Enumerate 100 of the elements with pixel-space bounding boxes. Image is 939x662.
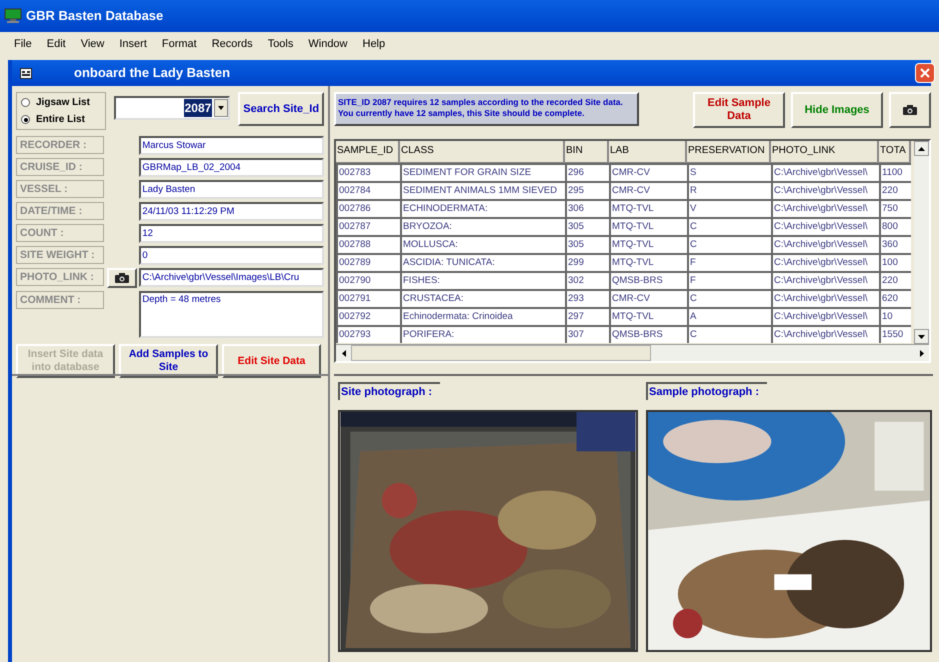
table-cell: 002783: [336, 163, 400, 181]
sample-button[interactable]: Edit Sample Data: [693, 92, 785, 128]
table-cell: C:\Archive\gbr\Vessel\: [771, 217, 879, 235]
table-cell: 002793: [336, 325, 400, 343]
sample-button[interactable]: Hide Images: [791, 92, 883, 128]
camera-icon: [903, 105, 917, 115]
search-button[interactable]: Search Site_Id: [238, 92, 324, 126]
scroll-thumb[interactable]: [351, 345, 651, 361]
comment-box[interactable]: Depth = 48 metres: [139, 291, 324, 338]
field-label: DATE/TIME :: [16, 202, 104, 220]
table-cell: SEDIMENT FOR GRAIN SIZE: [400, 163, 565, 181]
input-field[interactable]: GBRMap_LB_02_2004: [139, 158, 324, 177]
column-header[interactable]: BIN: [565, 141, 609, 163]
site-combo-box[interactable]: 2087: [114, 96, 230, 120]
menu-item[interactable]: Insert: [119, 36, 147, 52]
menu-item[interactable]: Edit: [46, 36, 66, 52]
table-cell: MTQ-TVL: [609, 199, 687, 217]
table-cell: MTQ-TVL: [609, 307, 687, 325]
table-cell: R: [687, 181, 771, 199]
site-button[interactable]: Edit Site Data: [222, 344, 321, 378]
radio-label: Entire List: [36, 113, 85, 127]
table-cell: 302: [565, 271, 609, 289]
menu-item[interactable]: View: [80, 36, 104, 52]
table-cell: MTQ-TVL: [609, 253, 687, 271]
table-cell: C: [687, 325, 771, 343]
field-label: RECORDER :: [16, 136, 104, 154]
table-cell: C:\Archive\gbr\Vessel\: [771, 199, 879, 217]
photo-label: Site photograph :: [338, 382, 440, 400]
camera-button[interactable]: [106, 268, 137, 288]
form-title: onboard the Lady Basten: [74, 64, 230, 82]
column-header[interactable]: PHOTO_LINK: [771, 141, 879, 163]
input-field[interactable]: 0: [139, 246, 324, 265]
table-cell: 10: [879, 307, 911, 325]
menu-item[interactable]: File: [14, 36, 32, 52]
table-cell: MTQ-TVL: [609, 217, 687, 235]
site-button[interactable]: Add Samples to Site: [119, 344, 218, 378]
table-cell: C:\Archive\gbr\Vessel\: [771, 271, 879, 289]
table-cell: F: [687, 253, 771, 271]
table-cell: CMR-CV: [609, 289, 687, 307]
menu-item[interactable]: Help: [362, 36, 386, 52]
field-label: VESSEL :: [16, 180, 104, 198]
table-cell: 800: [879, 217, 911, 235]
table-cell: 002789: [336, 253, 400, 271]
field-label: PHOTO_LINK :: [16, 268, 104, 286]
form-icon: [20, 68, 32, 78]
input-field[interactable]: Lady Basten: [139, 180, 324, 199]
table-cell: 360: [879, 235, 911, 253]
table-cell: 002784: [336, 181, 400, 199]
table-cell: 296: [565, 163, 609, 181]
table-cell: C: [687, 289, 771, 307]
field-label: COUNT :: [16, 224, 104, 242]
horizontal-scrollbar[interactable]: [336, 344, 929, 361]
input-field[interactable]: C:\Archive\gbr\Vessel\Images\LB\Cru: [139, 268, 324, 287]
column-header[interactable]: LAB: [609, 141, 687, 163]
table-cell: 293: [565, 289, 609, 307]
menu-item[interactable]: Format: [162, 36, 197, 52]
dropdown-button[interactable]: [214, 99, 228, 117]
table-cell: 1100: [879, 163, 911, 181]
radio-label: Jigsaw List: [36, 96, 90, 110]
table-cell: 002787: [336, 217, 400, 235]
table-cell: 295: [565, 181, 609, 199]
photo-label: Sample photograph :: [646, 382, 767, 400]
menu-item[interactable]: Window: [308, 36, 348, 52]
table-cell: 100: [879, 253, 911, 271]
combo-value: 2087: [184, 99, 212, 117]
input-field[interactable]: 12: [139, 224, 324, 243]
scroll-up-button[interactable]: [914, 141, 929, 156]
column-header[interactable]: PRESERVATION: [687, 141, 771, 163]
table-cell: 305: [565, 217, 609, 235]
scroll-down-button[interactable]: [914, 329, 929, 344]
table-cell: C:\Archive\gbr\Vessel\: [771, 253, 879, 271]
table-cell: 297: [565, 307, 609, 325]
table-cell: FISHES:: [400, 271, 565, 289]
table-cell: 1550: [879, 325, 911, 343]
table-cell: 220: [879, 181, 911, 199]
status-message: SITE_ID 2087 requires 12 samples according to the recorded Site data. You currently have 12 samples, this Site should be complete.: [334, 92, 639, 126]
table-cell: 307: [565, 325, 609, 343]
field-label: SITE WEIGHT :: [16, 246, 104, 264]
menu-item[interactable]: Tools: [268, 36, 294, 52]
column-header[interactable]: SAMPLE_ID: [336, 141, 400, 163]
table-cell: QMSB-BRS: [609, 325, 687, 343]
table-cell: 620: [879, 289, 911, 307]
table-cell: Echinodermata: Crinoidea: [400, 307, 565, 325]
table-cell: C:\Archive\gbr\Vessel\: [771, 325, 879, 343]
camera-button[interactable]: [889, 92, 931, 128]
close-button[interactable]: [915, 63, 935, 83]
arrow-icon: [920, 350, 924, 356]
table-cell: C:\Archive\gbr\Vessel\: [771, 307, 879, 325]
column-header[interactable]: TOTA: [879, 141, 911, 163]
column-header[interactable]: CLASS: [400, 141, 565, 163]
table-cell: 002791: [336, 289, 400, 307]
radio-button[interactable]: [21, 115, 30, 124]
input-field[interactable]: Marcus Stowar: [139, 136, 324, 155]
table-cell: SEDIMENT ANIMALS 1MM SIEVED: [400, 181, 565, 199]
input-field[interactable]: 24/11/03 11:12:29 PM: [139, 202, 324, 221]
field-label: CRUISE_ID :: [16, 158, 104, 176]
menu-item[interactable]: Records: [212, 36, 253, 52]
table-cell: C: [687, 235, 771, 253]
vertical-scrollbar[interactable]: [914, 141, 929, 344]
radio-button[interactable]: [21, 98, 30, 107]
